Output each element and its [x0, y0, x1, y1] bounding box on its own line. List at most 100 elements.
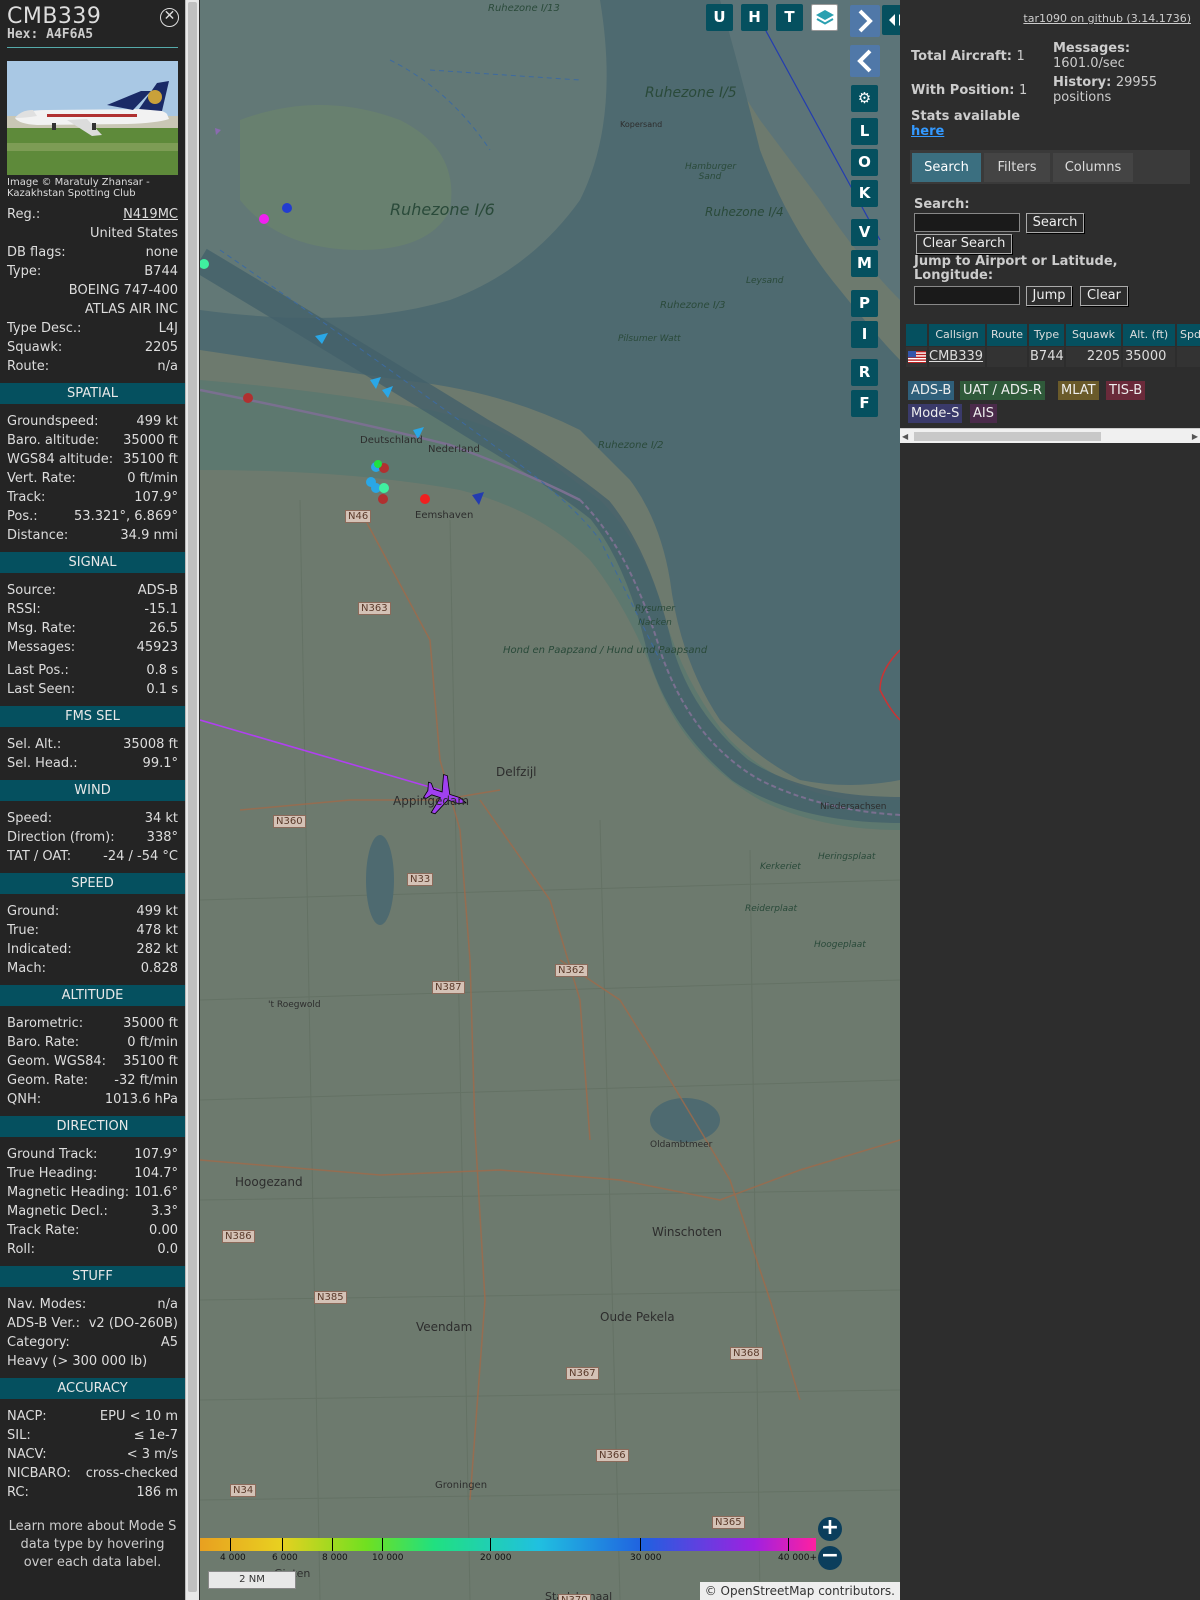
detail-label[interactable]: RC: [7, 1483, 29, 1502]
detail-label[interactable]: Category: [7, 1333, 70, 1352]
scroll-right-icon[interactable]: ▶ [1192, 432, 1198, 441]
source-badge-mlat[interactable]: MLAT [1058, 381, 1099, 400]
gear-icon[interactable]: ⚙ [851, 85, 878, 112]
detail-label[interactable]: Messages: [7, 638, 75, 657]
detail-label[interactable]: TAT / OAT: [7, 847, 71, 866]
detail-label[interactable]: Magnetic Heading: [7, 1183, 129, 1202]
column-header-callsign[interactable]: Callsign [929, 324, 985, 346]
detail-label[interactable]: Ground: [7, 902, 59, 921]
column-header-type[interactable]: Type [1029, 324, 1064, 346]
detail-label[interactable]: Sel. Alt.: [7, 735, 61, 754]
tab-columns[interactable]: Columns [1053, 153, 1133, 182]
detail-label[interactable]: Last Pos.: [7, 661, 69, 680]
clear-jump-button[interactable]: Clear [1080, 286, 1128, 306]
detail-label[interactable]: Roll: [7, 1240, 35, 1259]
layers-icon[interactable] [811, 4, 838, 31]
detail-label[interactable]: Last Seen: [7, 680, 75, 699]
detail-label[interactable]: Barometric: [7, 1014, 83, 1033]
scroll-left-icon[interactable]: ◀ [902, 432, 908, 441]
clear-search-button[interactable]: Clear Search [916, 234, 1012, 254]
next-arrow-icon[interactable] [850, 5, 880, 37]
source-badge-uat-ads-r[interactable]: UAT / ADS-R [960, 381, 1045, 400]
detail-label[interactable]: Direction (from): [7, 828, 115, 847]
github-link[interactable]: tar1090 on github (3.14.1736) [1023, 12, 1191, 25]
detail-label[interactable]: ADS-B Ver.: [7, 1314, 80, 1333]
aircraft-photo[interactable] [7, 61, 178, 175]
source-badge-tis-b[interactable]: TIS-B [1106, 381, 1146, 400]
detail-label[interactable]: Baro. altitude: [7, 431, 99, 450]
detail-label[interactable]: Track: [7, 488, 45, 507]
source-badge-ais[interactable]: AIS [970, 404, 997, 423]
detail-label[interactable]: Source: [7, 581, 56, 600]
detail-label[interactable]: Sel. Head.: [7, 754, 78, 773]
zoom-in-icon[interactable]: + [818, 1517, 842, 1541]
jump-input[interactable] [914, 286, 1020, 305]
search-input[interactable] [914, 213, 1020, 232]
detail-label[interactable]: Track Rate: [7, 1221, 79, 1240]
detail-value: 35000 ft [123, 1016, 178, 1031]
detail-label[interactable]: Nav. Modes: [7, 1295, 86, 1314]
detail-value: 107.9° [134, 1147, 178, 1162]
toggle-k-button[interactable]: K [851, 180, 878, 207]
detail-label[interactable]: Geom. WGS84: [7, 1052, 106, 1071]
row-callsign[interactable]: CMB339 [929, 347, 985, 367]
toggle-l-button[interactable]: L [851, 118, 878, 145]
column-header-route[interactable]: Route [987, 324, 1027, 346]
column-header-squawk[interactable]: Squawk [1066, 324, 1121, 346]
source-badge-mode-s[interactable]: Mode-S [908, 404, 963, 423]
info-value[interactable]: N419MC [123, 205, 178, 224]
toggle-o-button[interactable]: O [851, 149, 878, 176]
map-view[interactable]: Ruhezone I/6 Ruhezone I/5 Ruhezone I/4 Ruhe… [200, 0, 900, 1600]
horizontal-scroll-thumb[interactable] [914, 432, 1101, 441]
detail-label[interactable]: Magnetic Decl.: [7, 1202, 108, 1221]
detail-label[interactable]: Msg. Rate: [7, 619, 76, 638]
detail-label[interactable]: SIL: [7, 1426, 31, 1445]
sidebar-scrollbar-thumb[interactable] [188, 2, 197, 1592]
flag-column-header[interactable] [906, 324, 927, 346]
tab-filters[interactable]: Filters [984, 153, 1050, 182]
toggle-v-button[interactable]: V [851, 219, 878, 246]
toggle-p-button[interactable]: P [851, 290, 878, 317]
detail-label[interactable]: Ground Track: [7, 1145, 97, 1164]
sidebar-scrollbar[interactable] [185, 0, 199, 1600]
toggle-u-button[interactable]: U [706, 4, 733, 31]
detail-label[interactable]: Vert. Rate: [7, 469, 76, 488]
toggle-m-button[interactable]: M [851, 250, 878, 277]
detail-label[interactable]: True Heading: [7, 1164, 97, 1183]
detail-label[interactable]: Mach: [7, 959, 46, 978]
detail-label[interactable]: Pos.: [7, 507, 38, 526]
toggle-h-button[interactable]: H [741, 4, 768, 31]
search-button[interactable]: Search [1026, 213, 1084, 233]
column-header-altitude[interactable]: Alt. (ft) [1123, 324, 1175, 346]
detail-label[interactable]: Groundspeed: [7, 412, 98, 431]
detail-label[interactable]: QNH: [7, 1090, 41, 1109]
detail-label[interactable]: Baro. Rate: [7, 1033, 79, 1052]
detail-label[interactable]: NACV: [7, 1445, 47, 1464]
toggle-r-button[interactable]: R [851, 359, 878, 386]
detail-label[interactable]: Indicated: [7, 940, 72, 959]
zoom-out-icon[interactable]: − [818, 1545, 842, 1570]
detail-label[interactable]: WGS84 altitude: [7, 450, 113, 469]
toggle-i-button[interactable]: I [851, 321, 878, 348]
altitude-tick-label: 6 000 [272, 1553, 298, 1563]
toggle-f-button[interactable]: F [851, 390, 878, 417]
detail-label[interactable]: NACP: [7, 1407, 47, 1426]
column-header-speed[interactable]: Spd. [1177, 324, 1200, 346]
detail-label[interactable]: True: [7, 921, 39, 940]
detail-label[interactable]: Heavy (> 300 000 lb) [7, 1352, 147, 1371]
expand-panel-icon[interactable] [882, 5, 900, 35]
prev-arrow-icon[interactable] [850, 45, 880, 77]
source-badge-ads-b[interactable]: ADS-B [908, 381, 955, 400]
toggle-t-button[interactable]: T [776, 4, 803, 31]
detail-label[interactable]: Speed: [7, 809, 52, 828]
detail-label[interactable]: Geom. Rate: [7, 1071, 88, 1090]
detail-label[interactable]: Distance: [7, 526, 68, 545]
jump-button[interactable]: Jump [1026, 286, 1072, 306]
tab-search[interactable]: Search [912, 153, 981, 182]
osm-attribution[interactable]: © OpenStreetMap contributors. [705, 1584, 895, 1598]
stats-link[interactable]: here [911, 124, 1020, 139]
close-icon[interactable]: ✕ [160, 8, 179, 27]
detail-label[interactable]: RSSI: [7, 600, 41, 619]
table-horizontal-scrollbar[interactable]: ◀ ▶ [900, 428, 1200, 443]
detail-label[interactable]: NICBARO: [7, 1464, 71, 1483]
